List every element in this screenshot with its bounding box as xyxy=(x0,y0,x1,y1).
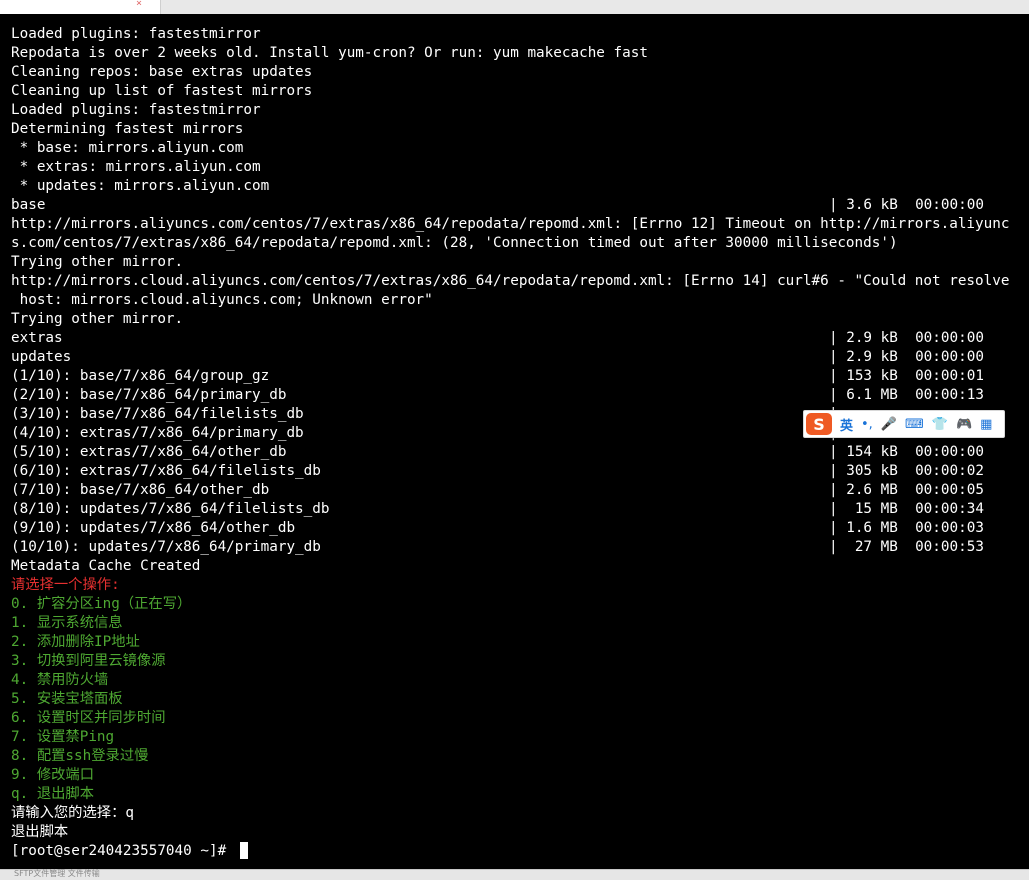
terminal-line: Metadata Cache Created xyxy=(11,558,201,574)
download-stat: | 15 MB 00:00:34 xyxy=(829,501,984,517)
menu-item: 6. 设置时区并同步时间 xyxy=(11,710,166,726)
window-titlebar: × xyxy=(0,0,1029,14)
game-icon[interactable]: 🎮 xyxy=(956,417,972,432)
download-stat: | 3.6 kB 00:00:00 xyxy=(829,197,984,213)
terminal-line: Determining fastest mirrors xyxy=(11,121,244,137)
menu-item: 1. 显示系统信息 xyxy=(11,615,123,631)
terminal-line: updates xyxy=(11,349,72,365)
terminal-line: * extras: mirrors.aliyun.com xyxy=(11,159,261,175)
download-stat: | 2.6 MB 00:00:05 xyxy=(829,482,984,498)
terminal-line: (3/10): base/7/x86_64/filelists_db xyxy=(11,406,304,422)
sogou-logo-icon[interactable]: S xyxy=(806,413,832,435)
terminal-line: Trying other mirror. xyxy=(11,254,184,270)
terminal-line: (10/10): updates/7/x86_64/primary_db xyxy=(11,539,321,555)
menu-item: 3. 切换到阿里云镜像源 xyxy=(11,653,166,669)
session-tab[interactable]: × xyxy=(0,0,161,14)
menu-item: 9. 修改端口 xyxy=(11,767,95,783)
download-stat: | 1.6 MB 00:00:03 xyxy=(829,520,984,536)
terminal-line: Repodata is over 2 weeks old. Install yu… xyxy=(11,45,648,61)
terminal-line: (2/10): base/7/x86_64/primary_db xyxy=(11,387,287,403)
terminal-line: Loaded plugins: fastestmirror xyxy=(11,26,261,42)
microphone-icon[interactable]: 🎤 xyxy=(881,417,897,432)
skin-icon[interactable]: 👕 xyxy=(932,417,948,432)
tab-close-icon[interactable]: × xyxy=(136,0,142,9)
terminal-line: base xyxy=(11,197,46,213)
terminal-line: host: mirrors.cloud.aliyuncs.com; Unknow… xyxy=(11,292,433,308)
download-stat: | 27 MB 00:00:53 xyxy=(829,539,984,555)
menu-item: 4. 禁用防火墙 xyxy=(11,672,109,688)
menu-item: 7. 设置禁Ping xyxy=(11,729,115,745)
keyboard-icon[interactable]: ⌨ xyxy=(905,417,924,432)
download-stat: | 154 kB 00:00:00 xyxy=(829,444,984,460)
menu-item: 5. 安装宝塔面板 xyxy=(11,691,123,707)
ime-mode-toggle[interactable]: 英 xyxy=(840,415,853,434)
terminal-line: Loaded plugins: fastestmirror xyxy=(11,102,261,118)
menu-item: 0. 扩容分区ing（正在写） xyxy=(11,596,192,612)
terminal-line: http://mirrors.cloud.aliyuncs.com/centos… xyxy=(11,273,1010,289)
shell-prompt: [root@ser240423557040 ~]# xyxy=(11,843,235,859)
download-stat: | 6.1 MB 00:00:13 xyxy=(829,387,984,403)
terminal-line: http://mirrors.aliyuncs.com/centos/7/ext… xyxy=(11,216,1010,232)
terminal-line: (4/10): extras/7/x86_64/primary_db xyxy=(11,425,304,441)
terminal-line: * updates: mirrors.aliyun.com xyxy=(11,178,270,194)
terminal-line: (7/10): base/7/x86_64/other_db xyxy=(11,482,270,498)
toolbox-icon[interactable]: ▦ xyxy=(980,417,992,432)
terminal-line: extras xyxy=(11,330,63,346)
terminal-line: (8/10): updates/7/x86_64/filelists_db xyxy=(11,501,330,517)
terminal-output[interactable]: Loaded plugins: fastestmirror Repodata i… xyxy=(0,14,1029,869)
ime-toolbar[interactable]: S 英 •, 🎤 ⌨ 👕 🎮 ▦ xyxy=(803,410,1005,438)
terminal-cursor xyxy=(240,842,248,859)
menu-title: 请选择一个操作: xyxy=(11,577,120,593)
terminal-line: Cleaning repos: base extras updates xyxy=(11,64,313,80)
terminal-line: s.com/centos/7/extras/x86_64/repodata/re… xyxy=(11,235,898,251)
statusbar-text: SFTP文件管理 文件传输 xyxy=(14,869,100,878)
menu-item: 2. 添加删除IP地址 xyxy=(11,634,140,650)
terminal-line: Trying other mirror. xyxy=(11,311,184,327)
menu-item: q. 退出脚本 xyxy=(11,786,95,802)
download-stat: | 153 kB 00:00:01 xyxy=(829,368,984,384)
bottom-statusbar: SFTP文件管理 文件传输 xyxy=(0,869,1029,880)
terminal-line: Cleaning up list of fastest mirrors xyxy=(11,83,313,99)
terminal-line: (5/10): extras/7/x86_64/other_db xyxy=(11,444,287,460)
download-stat: | 2.9 kB 00:00:00 xyxy=(829,349,984,365)
terminal-line: (9/10): updates/7/x86_64/other_db xyxy=(11,520,296,536)
terminal-line: (6/10): extras/7/x86_64/filelists_db xyxy=(11,463,321,479)
punctuation-icon[interactable]: •, xyxy=(861,417,873,432)
menu-item: 8. 配置ssh登录过慢 xyxy=(11,748,149,764)
terminal-line: * base: mirrors.aliyun.com xyxy=(11,140,244,156)
download-stat: | 2.9 kB 00:00:00 xyxy=(829,330,984,346)
terminal-line: (1/10): base/7/x86_64/group_gz xyxy=(11,368,270,384)
input-prompt: 请输入您的选择：q xyxy=(11,805,134,821)
terminal-line: 退出脚本 xyxy=(11,824,69,840)
download-stat: | 305 kB 00:00:02 xyxy=(829,463,984,479)
